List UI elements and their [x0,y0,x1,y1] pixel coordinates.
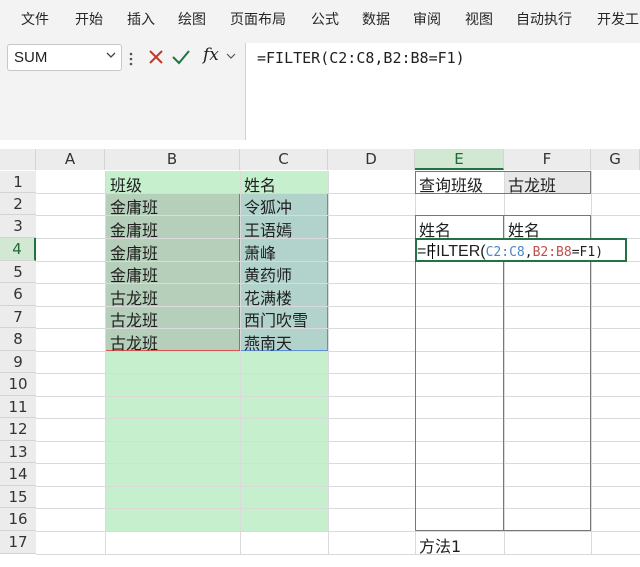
text-cursor [432,243,433,259]
cell-c6[interactable]: 花满楼 [244,285,292,309]
tab-data[interactable]: 数据 [362,9,390,29]
tab-view[interactable]: 视图 [465,9,493,29]
tab-draw[interactable]: 绘图 [178,9,206,29]
name-box-value: SUM [14,49,48,66]
editor-range-b: B2:B8 [532,245,572,260]
chevron-down-icon[interactable] [226,51,236,61]
column-header-f[interactable]: F [504,149,591,170]
tab-developer[interactable]: 开发工 [597,9,639,29]
row-header-8[interactable]: 8 [0,328,36,351]
cell-b7[interactable]: 古龙班 [110,307,158,331]
tab-home[interactable]: 开始 [75,9,103,29]
tab-file[interactable]: 文件 [21,9,49,29]
row-header-15[interactable]: 15 [0,486,36,508]
gridline [240,171,241,554]
cancel-icon[interactable] [147,48,165,66]
row-header-3[interactable]: 3 [0,215,36,238]
formula-input[interactable]: =FILTER(C2:C8,B2:B8=F1) [245,43,640,140]
row-header-5[interactable]: 5 [0,261,36,283]
cell-b1[interactable]: 班级 [110,172,142,196]
tab-page-layout[interactable]: 页面布局 [230,9,286,29]
column-header-c[interactable]: C [240,149,328,170]
editor-range-c: C2:C8 [485,245,525,260]
cell-b8[interactable]: 古龙班 [110,330,158,354]
row-header-2[interactable]: 2 [0,193,36,215]
row-header-7[interactable]: 7 [0,306,36,328]
tab-insert[interactable]: 插入 [127,9,155,29]
cell-c7[interactable]: 西门吹雪 [244,307,308,331]
row-header-16[interactable]: 16 [0,508,36,531]
ribbon-tabs: 文件 开始 插入 绘图 页面布局 公式 数据 审阅 视图 自动执行 开发工 [0,0,640,37]
row-header-13[interactable]: 13 [0,441,36,463]
row-header-9[interactable]: 9 [0,351,36,373]
cell-c4[interactable]: 萧峰 [244,240,276,264]
column-header-g[interactable]: G [591,149,640,170]
row-header-14[interactable]: 14 [0,463,36,486]
cell-c5[interactable]: 黄药师 [244,262,292,286]
editor-comma: , [524,245,533,260]
gridline [36,531,640,532]
row-header-12[interactable]: 12 [0,418,36,441]
cell-e17[interactable]: 方法1 [419,533,461,557]
cell-f1[interactable]: 古龙班 [508,172,556,196]
column-header-e[interactable]: E [415,149,504,170]
more-vertical-icon[interactable] [129,51,133,67]
gridline [36,554,640,555]
name-box[interactable]: SUM [7,44,122,71]
column-header-d[interactable]: D [328,149,415,170]
tab-formulas[interactable]: 公式 [311,9,339,29]
gridline [591,171,592,554]
function-icon[interactable]: fx [203,45,219,65]
cell-c1[interactable]: 姓名 [244,172,276,196]
enter-check-icon[interactable] [171,48,191,66]
row-header-11[interactable]: 11 [0,396,36,418]
editor-function: =FILTER( [417,243,486,260]
cell-b6[interactable]: 古龙班 [110,285,158,309]
column-header-a[interactable]: A [36,149,105,170]
cell-editor-e4[interactable]: =FILTER(C2:C8,B2:B8=F1) [415,238,627,262]
gridline [328,171,329,554]
cell-c2[interactable]: 令狐冲 [244,194,292,218]
formula-text: =FILTER(C2:C8,B2:B8=F1) [257,49,465,67]
row-header-6[interactable]: 6 [0,283,36,306]
chevron-down-icon[interactable] [106,50,116,60]
editor-criteria: =F1) [571,245,604,260]
cell-b2[interactable]: 金庸班 [110,194,158,218]
row-header-4[interactable]: 4 [0,238,36,261]
gridline [105,171,106,554]
cell-c3[interactable]: 王语嫣 [244,217,292,241]
cell-b4[interactable]: 金庸班 [110,240,158,264]
cell-b5[interactable]: 金庸班 [110,262,158,286]
row-header-10[interactable]: 10 [0,373,36,396]
row-header-1[interactable]: 1 [0,171,36,193]
tab-automate[interactable]: 自动执行 [516,9,572,29]
select-all-corner[interactable] [0,149,36,170]
cell-b3[interactable]: 金庸班 [110,217,158,241]
cell-e1[interactable]: 查询班级 [419,172,483,196]
row-header-17[interactable]: 17 [0,531,36,554]
tab-review[interactable]: 审阅 [413,9,441,29]
result-box-divider [503,215,504,531]
cell-c8[interactable]: 燕南天 [244,330,292,354]
column-header-b[interactable]: B [105,149,240,170]
